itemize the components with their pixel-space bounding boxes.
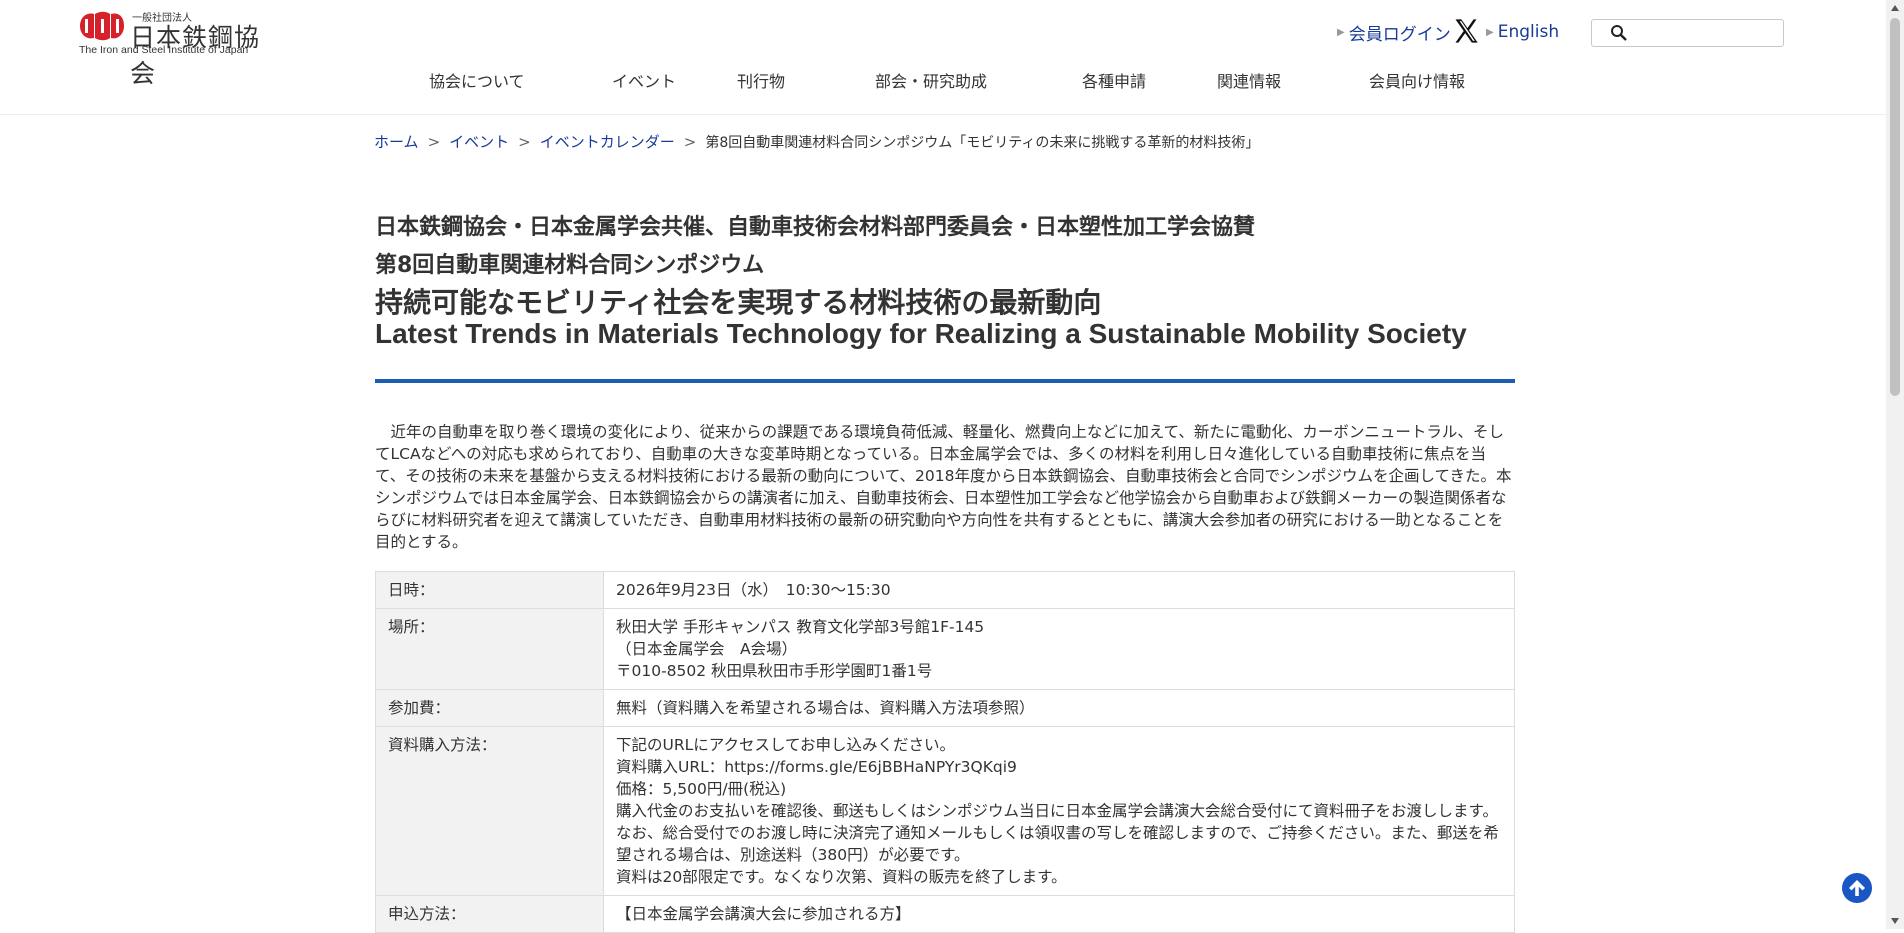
- purchase-price: 価格：5,500円/冊(税込): [616, 780, 787, 798]
- nav-publications[interactable]: 刊行物: [737, 68, 785, 92]
- breadcrumb-separator: >: [518, 133, 531, 151]
- fee-label: 参加費：: [375, 689, 604, 727]
- member-login-label[interactable]: 会員ログイン: [1349, 20, 1451, 45]
- back-to-top-button[interactable]: [1842, 873, 1872, 903]
- table-row: 参加費： 無料（資料購入を希望される場合は、資料購入方法項参照）: [375, 689, 1515, 727]
- event-sponsors: 日本鉄鋼協会・日本金属学会共催、自動車技術会材料部門委員会・日本塑性加工学会協賛: [375, 215, 1256, 240]
- apply-label: 申込方法：: [375, 895, 604, 933]
- event-info-table: 日時： 2026年9月23日（水） 10:30～15:30 場所： 秋田大学 手…: [375, 571, 1515, 933]
- apply-line: 【日本金属学会講演大会に参加される方】: [616, 905, 911, 923]
- event-name: 第8回自動車関連材料合同シンポジウム: [375, 253, 765, 278]
- nav-applications[interactable]: 各種申請: [1082, 68, 1146, 92]
- x-logo-icon[interactable]: [1452, 17, 1480, 45]
- table-row: 日時： 2026年9月23日（水） 10:30～15:30: [375, 571, 1515, 609]
- breadcrumb-separator: >: [427, 133, 441, 151]
- scroll-down-arrow-icon[interactable]: [1891, 918, 1899, 924]
- arrow-up-icon: [1849, 880, 1865, 896]
- purchase-url[interactable]: 資料購入URL：https://forms.gle/E6jBBHaNPYr3QK…: [616, 756, 1502, 778]
- breadcrumb-home[interactable]: ホーム: [374, 133, 419, 151]
- intro-paragraph: 近年の自動車を取り巻く環境の変化により、従来からの課題である環境負荷低減、軽量化…: [375, 423, 1512, 551]
- triangle-right-icon: ▶: [1486, 26, 1494, 38]
- purchase-line: 資料は20部限定です。なくなり次第、資料の販売を終了します。: [616, 868, 1067, 886]
- nav-members[interactable]: 会員向け情報: [1369, 68, 1465, 92]
- venue-value: 秋田大学 手形キャンパス 教育文化学部3号館1F-145 （日本金属学会 A会場…: [603, 608, 1515, 690]
- member-login-link[interactable]: ▶ 会員ログイン: [1337, 19, 1451, 45]
- purchase-label: 資料購入方法：: [375, 726, 604, 896]
- apply-value: 【日本金属学会講演大会に参加される方】: [603, 895, 1515, 933]
- breadcrumb-calendar[interactable]: イベントカレンダー: [540, 133, 675, 151]
- breadcrumb-events[interactable]: イベント: [449, 133, 509, 151]
- title-divider: [375, 379, 1515, 383]
- table-row: 資料購入方法： 下記のURLにアクセスしてお申し込みください。 資料購入URL：…: [375, 726, 1515, 896]
- page-title-en: Latest Trends in Materials Technology fo…: [375, 318, 1467, 349]
- venue-address: 〒010-8502 秋田県秋田市手形学園町1番1号: [616, 662, 933, 680]
- venue-label: 場所：: [375, 608, 604, 690]
- venue-line: 秋田大学 手形キャンパス 教育文化学部3号館1F-145: [616, 618, 985, 636]
- triangle-right-icon: ▶: [1337, 26, 1345, 38]
- logo-name-en: The Iron and Steel Institute of Japan: [79, 44, 249, 56]
- page-title-jp: 持続可能なモビリティ社会を実現する材料技術の最新動向: [375, 286, 1102, 319]
- site-header: 一般社団法人 日本鉄鋼協会 The Iron and Steel Institu…: [0, 0, 1886, 115]
- datetime-value: 2026年9月23日（水） 10:30～15:30: [603, 571, 1515, 609]
- breadcrumb-separator: >: [683, 133, 697, 151]
- breadcrumb: ホーム > イベント > イベントカレンダー > 第8回自動車関連材料合同シンポジウム「モビ…: [374, 131, 1259, 152]
- breadcrumb-current: 第8回自動車関連材料合同シンポジウム「モビリティの未来に挑戦する革新的材料技術」: [705, 135, 1260, 151]
- nav-about[interactable]: 協会について: [429, 68, 525, 92]
- jisi-logo-mark-icon: [80, 11, 124, 41]
- english-label[interactable]: English: [1498, 22, 1559, 42]
- table-row: 場所： 秋田大学 手形キャンパス 教育文化学部3号館1F-145 （日本金属学会…: [375, 608, 1515, 690]
- nav-related[interactable]: 関連情報: [1217, 68, 1281, 92]
- page-scrollbar[interactable]: [1886, 0, 1904, 929]
- search-input[interactable]: [1591, 19, 1784, 47]
- purchase-value: 下記のURLにアクセスしてお申し込みください。 資料購入URL：https://…: [603, 726, 1515, 896]
- fee-value: 無料（資料購入を希望される場合は、資料購入方法項参照）: [603, 689, 1515, 727]
- search-icon: [1611, 25, 1627, 41]
- purchase-line: 購入代金のお支払いを確認後、郵送もしくはシンポジウム当日に日本金属学会講演大会総…: [616, 802, 1499, 864]
- site-logo[interactable]: 一般社団法人 日本鉄鋼協会 The Iron and Steel Institu…: [78, 10, 278, 88]
- nav-divisions[interactable]: 部会・研究助成: [875, 68, 987, 92]
- scroll-up-arrow-icon[interactable]: [1891, 5, 1899, 11]
- datetime-label: 日時：: [375, 571, 604, 609]
- english-link[interactable]: ▶ English: [1486, 19, 1559, 45]
- nav-events[interactable]: イベント: [612, 68, 676, 92]
- venue-line: （日本金属学会 A会場）: [616, 640, 798, 658]
- purchase-line: 下記のURLにアクセスしてお申し込みください。: [616, 736, 956, 754]
- table-row: 申込方法： 【日本金属学会講演大会に参加される方】: [375, 895, 1515, 933]
- scrollbar-thumb[interactable]: [1890, 18, 1900, 396]
